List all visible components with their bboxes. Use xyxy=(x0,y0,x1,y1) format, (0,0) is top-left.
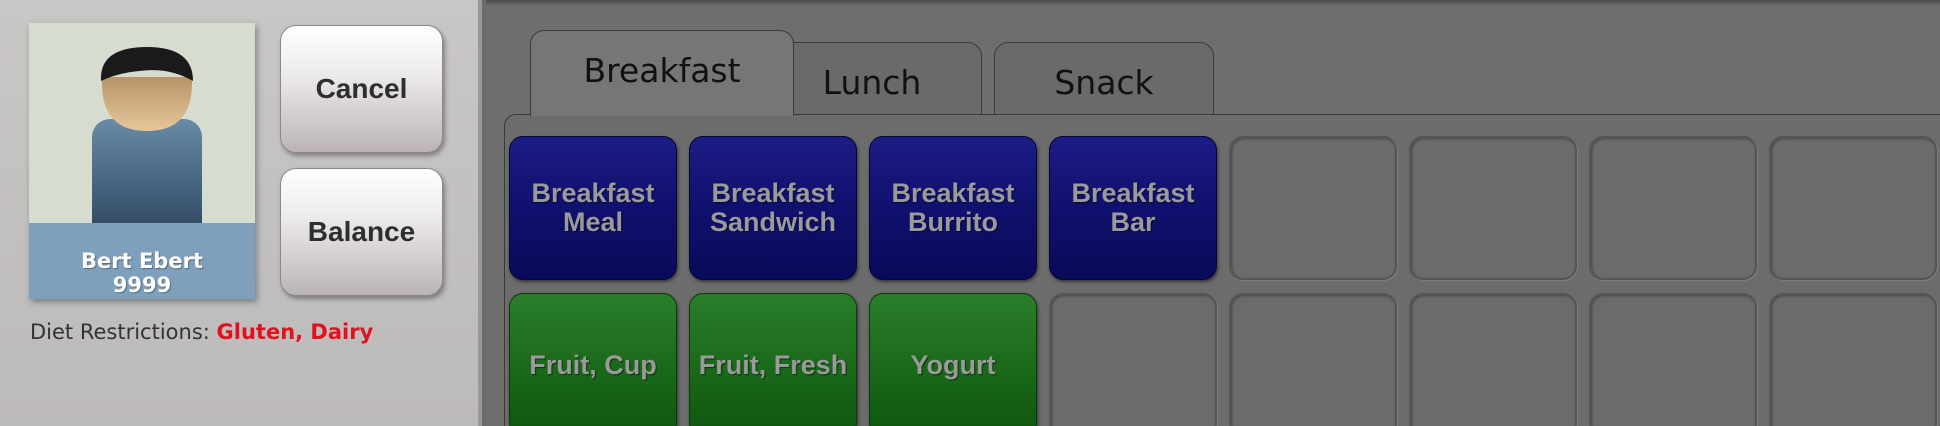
menu-item-breakfast-burrito[interactable]: Breakfast Burrito xyxy=(869,136,1037,280)
tab-lunch[interactable]: Lunch xyxy=(762,42,982,116)
menu-area: Breakfast Lunch Snack Breakfast Meal Bre… xyxy=(486,0,1940,426)
menu-item-fruit-cup[interactable]: Fruit, Cup xyxy=(509,293,677,426)
empty-slot xyxy=(1409,136,1577,280)
empty-slot xyxy=(1769,293,1937,426)
diet-restrictions-values: Gluten, Dairy xyxy=(216,320,374,344)
empty-slot xyxy=(1049,293,1217,426)
student-card[interactable]: Bert Ebert 9999 xyxy=(29,23,255,299)
menu-item-breakfast-bar[interactable]: Breakfast Bar xyxy=(1049,136,1217,280)
top-shadow xyxy=(486,0,1940,6)
student-id: 9999 xyxy=(112,273,172,297)
empty-slot xyxy=(1589,293,1757,426)
menu-grid: Breakfast Meal Breakfast Sandwich Breakf… xyxy=(504,114,1940,426)
menu-item-breakfast-meal[interactable]: Breakfast Meal xyxy=(509,136,677,280)
balance-button[interactable]: Balance xyxy=(280,168,443,296)
student-name: Bert Ebert xyxy=(81,249,203,273)
empty-slot xyxy=(1409,293,1577,426)
empty-slot xyxy=(1589,136,1757,280)
empty-slot xyxy=(1229,136,1397,280)
menu-item-yogurt[interactable]: Yogurt xyxy=(869,293,1037,426)
student-panel: Bert Ebert 9999 Cancel Balance Diet Rest… xyxy=(0,0,482,426)
menu-item-fruit-fresh[interactable]: Fruit, Fresh xyxy=(689,293,857,426)
tab-breakfast[interactable]: Breakfast xyxy=(530,30,794,116)
cancel-button[interactable]: Cancel xyxy=(280,25,443,153)
menu-item-breakfast-sandwich[interactable]: Breakfast Sandwich xyxy=(689,136,857,280)
empty-slot xyxy=(1229,293,1397,426)
empty-slot xyxy=(1769,136,1937,280)
diet-restrictions: Diet Restrictions: Gluten, Dairy xyxy=(30,320,373,344)
tab-snack[interactable]: Snack xyxy=(994,42,1214,116)
diet-restrictions-label: Diet Restrictions: xyxy=(30,320,210,344)
